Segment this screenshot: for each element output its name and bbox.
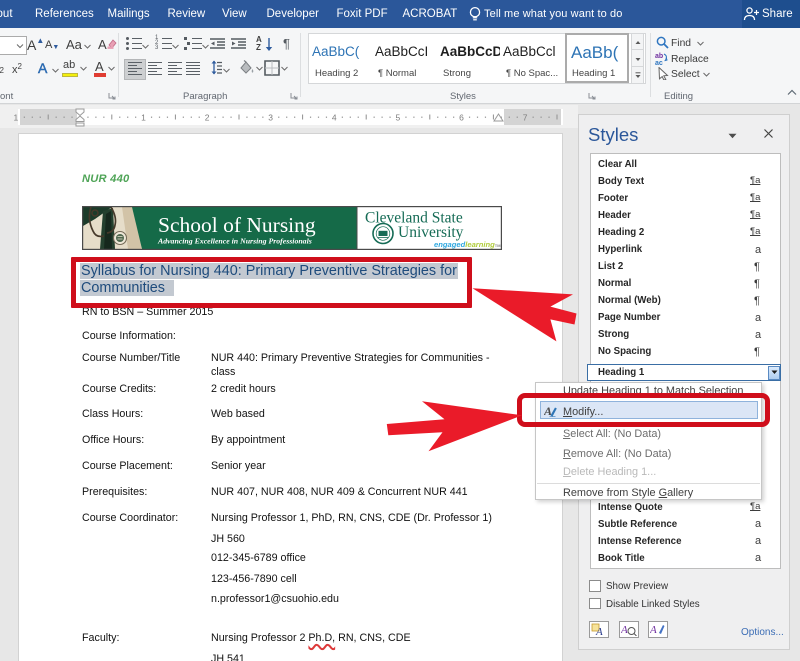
svg-text:School of Nursing: School of Nursing: [158, 213, 316, 237]
svg-text:ab: ab: [655, 53, 663, 60]
svg-text:6: 6: [459, 113, 464, 123]
svg-text:4: 4: [332, 113, 337, 123]
svg-text:5: 5: [396, 113, 401, 123]
svg-text:A: A: [595, 626, 603, 636]
svg-text:1: 1: [14, 113, 19, 123]
svg-text:A: A: [621, 624, 628, 636]
svg-text:1: 1: [141, 113, 146, 123]
svg-text:7: 7: [523, 113, 528, 123]
svg-text:Advancing Excellence in Nursin: Advancing Excellence in Nursing Professi…: [157, 237, 312, 246]
svg-text:2: 2: [205, 113, 210, 123]
svg-text:University: University: [398, 224, 464, 241]
svg-text:A: A: [650, 624, 657, 636]
svg-text:3: 3: [268, 113, 273, 123]
svg-text:ac: ac: [655, 60, 663, 65]
svg-text:engagedlearningTM: engagedlearningTM: [434, 240, 501, 249]
